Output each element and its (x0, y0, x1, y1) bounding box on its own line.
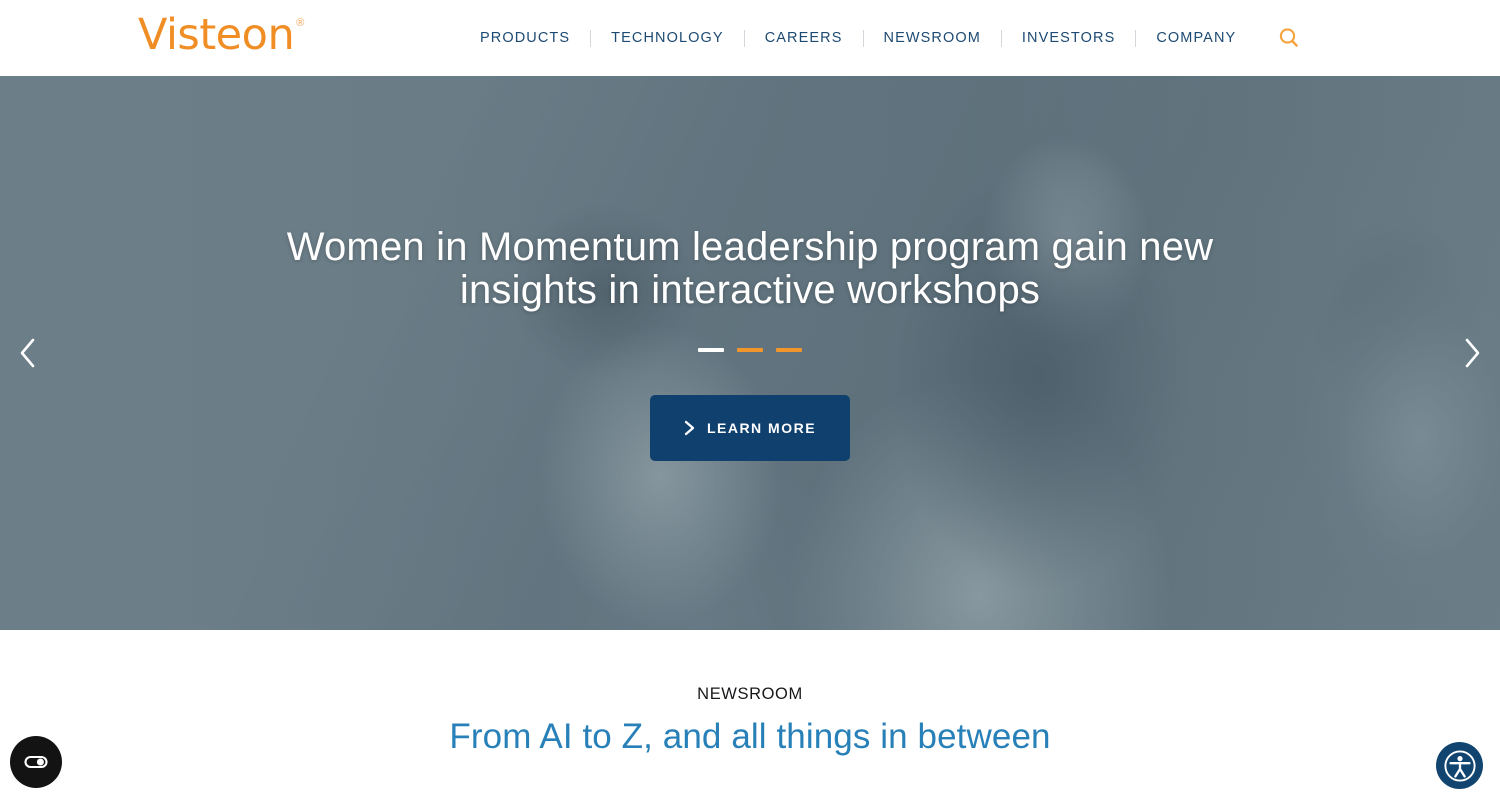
search-icon (1280, 28, 1299, 47)
newsroom-section: NEWSROOM From AI to Z, and all things in… (0, 630, 1500, 798)
site-header: Visteon ® PRODUCTS TECHNOLOGY CAREERS NE… (0, 0, 1500, 76)
nav-item-products[interactable]: PRODUCTS (460, 30, 590, 46)
nav-item-investors[interactable]: INVESTORS (1002, 30, 1135, 46)
nav-item-newsroom[interactable]: NEWSROOM (864, 30, 1001, 46)
learn-more-button[interactable]: LEARN MORE (650, 395, 850, 462)
cookie-consent-button[interactable] (10, 736, 62, 788)
carousel-prev-button[interactable] (6, 326, 50, 380)
carousel-indicators (698, 348, 802, 353)
hero-content: Women in Momentum leadership program gai… (0, 76, 1500, 630)
newsroom-eyebrow: NEWSROOM (697, 685, 803, 703)
nav-item-technology[interactable]: TECHNOLOGY (591, 30, 744, 46)
accessibility-button[interactable] (1436, 742, 1483, 789)
registered-trademark-icon: ® (296, 17, 305, 29)
cookie-consent-icon (24, 755, 48, 769)
accessibility-icon (1443, 749, 1476, 782)
hero-carousel: Women in Momentum leadership program gai… (0, 76, 1500, 630)
carousel-next-button[interactable] (1450, 326, 1494, 380)
hero-headline: Women in Momentum leadership program gai… (286, 225, 1214, 313)
search-button[interactable] (1274, 23, 1304, 53)
chevron-right-icon (684, 421, 695, 436)
main-navigation: PRODUCTS TECHNOLOGY CAREERS NEWSROOM INV… (460, 0, 1304, 76)
visteon-logo[interactable]: Visteon ® (138, 14, 304, 57)
nav-item-careers[interactable]: CAREERS (745, 30, 863, 46)
newsroom-headline: From AI to Z, and all things in between (449, 717, 1051, 756)
nav-item-company[interactable]: COMPANY (1136, 30, 1256, 46)
learn-more-label: LEARN MORE (706, 420, 817, 437)
logo-text: Visteon (138, 10, 295, 60)
chevron-right-icon (1465, 338, 1480, 368)
chevron-left-icon (20, 338, 35, 368)
carousel-indicator-1[interactable] (698, 348, 724, 353)
carousel-indicator-2[interactable] (737, 348, 763, 353)
carousel-indicator-3[interactable] (776, 348, 802, 353)
